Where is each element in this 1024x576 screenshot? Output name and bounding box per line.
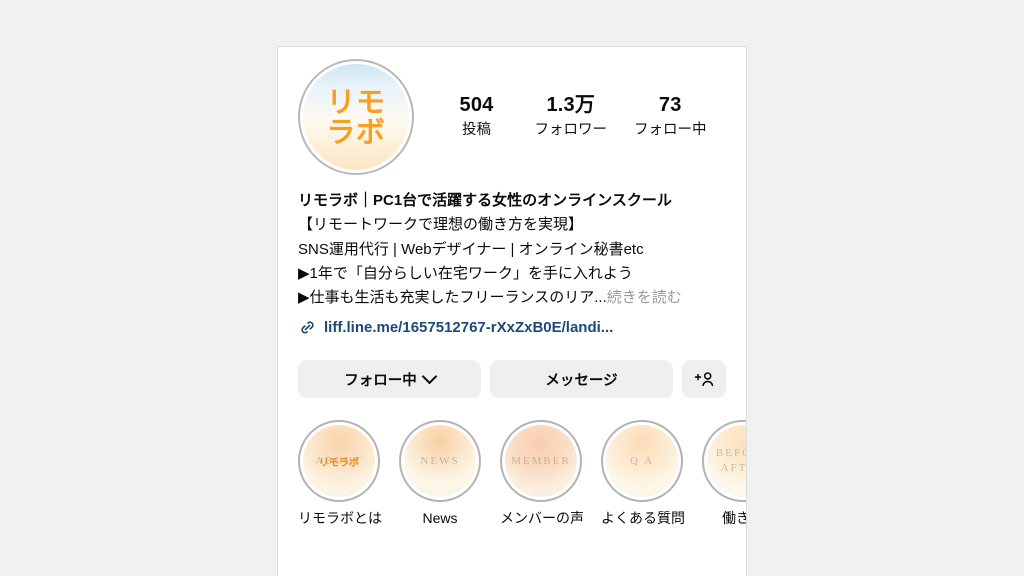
highlight-ring: NEWS	[399, 420, 481, 503]
stat-posts-label: 投稿	[462, 122, 491, 139]
highlight-workstyle[interactable]: BEFORE AFTER 働き方	[702, 420, 747, 529]
highlight-cover-text: MEMBER	[511, 454, 571, 467]
message-button[interactable]: メッセージ	[490, 360, 673, 399]
highlight-faq[interactable]: Q A よくある質問	[601, 420, 685, 529]
stat-following[interactable]: 73 フォロー中	[634, 92, 707, 142]
highlight-label: News	[422, 510, 458, 527]
stat-posts-value: 504	[459, 94, 494, 117]
highlight-ring: BEFORE AFTER	[702, 420, 747, 503]
bio-link-row[interactable]: liff.line.me/1657512767-rXxZxB0E/landi..…	[298, 317, 726, 338]
chevron-down-icon	[421, 368, 438, 385]
highlight-thumb: ABOUT リモラボ	[303, 425, 375, 498]
highlight-cover-text: NEWS	[420, 454, 460, 467]
read-more-link[interactable]: 続きを読む	[607, 289, 682, 306]
bio-line-2: SNS運用代行 | Webデザイナー | オンライン秘書etc	[298, 240, 644, 258]
bio-line-1: 【リモートワークで理想の働き方を実現】	[298, 216, 584, 234]
highlight-news[interactable]: NEWS News	[399, 420, 481, 529]
avatar[interactable]: リモ ラボ	[298, 59, 414, 175]
story-highlights: ABOUT リモラボ リモラボとは NEWS News MEMBER メンバーの…	[278, 398, 746, 529]
highlight-cover-text: Q A	[629, 454, 655, 467]
add-person-icon	[694, 372, 713, 387]
highlight-thumb: BEFORE AFTER	[707, 425, 747, 498]
highlight-label: よくある質問	[601, 510, 685, 527]
profile-bio: リモラボ｜PC1台で活躍する女性のオンラインスクール 【リモートワークで理想の働…	[278, 175, 746, 338]
profile-actions: フォロー中 メッセージ	[278, 338, 746, 399]
highlight-cover-text: BEFORE AFTER	[715, 446, 747, 475]
bio-line-3: ▶1年で「自分らしい在宅ワーク」を手に入れよう	[298, 264, 633, 282]
add-user-button[interactable]	[682, 360, 726, 399]
stat-followers[interactable]: 1.3万 フォロワー	[535, 92, 608, 142]
highlight-label: 働き方	[722, 510, 746, 527]
link-icon	[301, 321, 314, 335]
highlight-thumb: Q A	[606, 425, 678, 498]
highlight-label: リモラボとは	[298, 510, 382, 527]
bio-line-4-text: ▶仕事も生活も充実したフリーランスのリア...	[298, 289, 607, 307]
profile-stats: 504 投稿 1.3万 フォロワー 73 フォロー中	[414, 92, 726, 142]
highlight-label: メンバーの声	[500, 510, 584, 527]
bio-line-4: ▶仕事も生活も充実したフリーランスのリア...続きを読む	[298, 286, 726, 310]
highlight-thumb: NEWS	[404, 425, 476, 498]
highlight-badge: リモラボ	[319, 457, 359, 469]
stat-posts[interactable]: 504 投稿	[446, 92, 508, 142]
avatar-ring	[298, 59, 414, 175]
highlight-ring: Q A	[601, 420, 683, 503]
highlight-ring: MEMBER	[500, 420, 582, 503]
highlight-ring: ABOUT リモラボ	[298, 420, 380, 503]
following-button[interactable]: フォロー中	[298, 360, 481, 399]
profile-header: リモ ラボ 504 投稿 1.3万 フォロワー 73 フォロー中	[278, 47, 746, 175]
highlight-members[interactable]: MEMBER メンバーの声	[500, 420, 584, 529]
stat-following-label: フォロー中	[634, 122, 707, 139]
stat-followers-label: フォロワー	[534, 122, 608, 139]
bio-link-text[interactable]: liff.line.me/1657512767-rXxZxB0E/landi..…	[324, 317, 613, 338]
following-button-label: フォロー中	[344, 372, 417, 389]
highlight-about[interactable]: ABOUT リモラボ リモラボとは	[298, 420, 382, 529]
bio-display-name: リモラボ｜PC1台で活躍する女性のオンラインスクール	[298, 192, 672, 209]
instagram-profile-card: リモ ラボ 504 投稿 1.3万 フォロワー 73 フォロー中 リモラボ｜PC…	[277, 46, 747, 576]
stat-following-value: 73	[658, 94, 682, 117]
highlight-thumb: MEMBER	[505, 425, 577, 498]
stat-followers-value: 1.3万	[546, 94, 596, 117]
message-button-label: メッセージ	[545, 372, 618, 389]
